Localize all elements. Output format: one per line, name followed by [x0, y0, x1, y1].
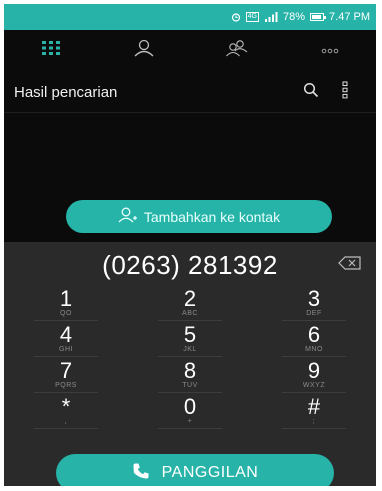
dialpad-grid-icon	[41, 40, 60, 60]
key-letters: WXYZ	[302, 382, 326, 389]
key-letters: JKL	[183, 346, 197, 353]
dialed-number-display: (0263) 281392	[4, 242, 376, 288]
dialed-number[interactable]: (0263) 281392	[102, 250, 278, 281]
call-button-label: PANGGILAN	[161, 464, 259, 481]
key-digit: *	[61, 394, 71, 419]
header-divider	[4, 112, 376, 113]
key-3[interactable]: 3 DEF	[252, 286, 376, 322]
search-button[interactable]	[294, 76, 328, 108]
backspace-icon	[338, 255, 362, 275]
call-button[interactable]: PANGGILAN	[56, 454, 334, 486]
key-letters: GHI	[59, 346, 73, 353]
dialer-screen: 4G 78% 7.47 PM Hasil pencarian Tambahkan…	[4, 4, 376, 486]
top-tab-bar	[4, 30, 376, 70]
key-digit: 4	[59, 322, 73, 347]
key-letters: ,	[64, 418, 68, 425]
tab-dialpad[interactable]	[21, 30, 81, 70]
key-letters: ;	[312, 418, 316, 425]
key-digit: #	[307, 394, 321, 419]
backspace-button[interactable]	[336, 255, 364, 275]
group-icon	[225, 39, 249, 62]
key-digit: 0	[183, 394, 197, 419]
key-5[interactable]: 5 JKL	[128, 322, 252, 358]
vertical-menu-icon	[342, 81, 348, 104]
more-dots-icon	[321, 41, 339, 59]
network-type-badge: 4G	[245, 12, 259, 22]
key-4[interactable]: 4 GHI	[4, 322, 128, 358]
add-person-icon	[118, 207, 138, 226]
key-letters: ABC	[182, 310, 198, 317]
overflow-menu-button[interactable]	[328, 76, 362, 108]
key-0[interactable]: 0 +	[128, 394, 252, 430]
key-digit: 1	[59, 286, 73, 311]
key-hash[interactable]: #;	[252, 394, 376, 430]
keypad-grid: 1 QO 2 ABC 3 DEF 4 GHI 5 JKL 6 MNO 7 PQRS 8 TUV …	[4, 286, 376, 430]
key-letters: +	[187, 418, 193, 425]
phone-icon	[132, 462, 150, 485]
add-to-contact-label: Tambahkan ke kontak	[143, 208, 281, 225]
battery-icon	[310, 13, 327, 21]
key-letters: DEF	[306, 310, 322, 317]
key-9[interactable]: 9 WXYZ	[252, 358, 376, 394]
key-6[interactable]: 6 MNO	[252, 322, 376, 358]
key-digit: 7	[59, 358, 73, 383]
key-8[interactable]: 8 TUV	[128, 358, 252, 394]
key-letters: QO	[60, 310, 72, 317]
person-icon	[133, 39, 155, 62]
key-1[interactable]: 1 QO	[4, 286, 128, 322]
tab-more[interactable]	[300, 30, 360, 70]
status-bar: 4G 78% 7.47 PM	[4, 4, 376, 30]
battery-percent: 78%	[283, 11, 306, 23]
key-digit: 6	[307, 322, 321, 347]
search-results-title: Hasil pencarian	[14, 83, 118, 101]
search-results-header: Hasil pencarian	[4, 76, 376, 108]
key-7[interactable]: 7 PQRS	[4, 358, 128, 394]
key-letters: MNO	[305, 346, 323, 353]
key-2[interactable]: 2 ABC	[128, 286, 252, 322]
search-icon	[303, 82, 319, 103]
tab-groups[interactable]	[207, 30, 267, 70]
alarm-icon	[231, 12, 241, 22]
add-to-contact-button[interactable]: Tambahkan ke kontak	[66, 200, 332, 233]
key-digit: 8	[183, 358, 197, 383]
key-digit: 3	[307, 286, 321, 311]
key-letters: PQRS	[55, 382, 77, 389]
clock-time: 7.47 PM	[329, 11, 370, 23]
tab-contacts[interactable]	[114, 30, 174, 70]
key-star[interactable]: *,	[4, 394, 128, 430]
dialpad: (0263) 281392 1 QO 2 ABC 3 DEF 4 GHI 5 JKL 6M…	[4, 242, 376, 486]
key-digit: 2	[183, 286, 197, 311]
signal-icon	[264, 12, 278, 22]
key-letters: TUV	[182, 382, 198, 389]
key-digit: 9	[307, 358, 321, 383]
key-digit: 5	[183, 322, 197, 347]
